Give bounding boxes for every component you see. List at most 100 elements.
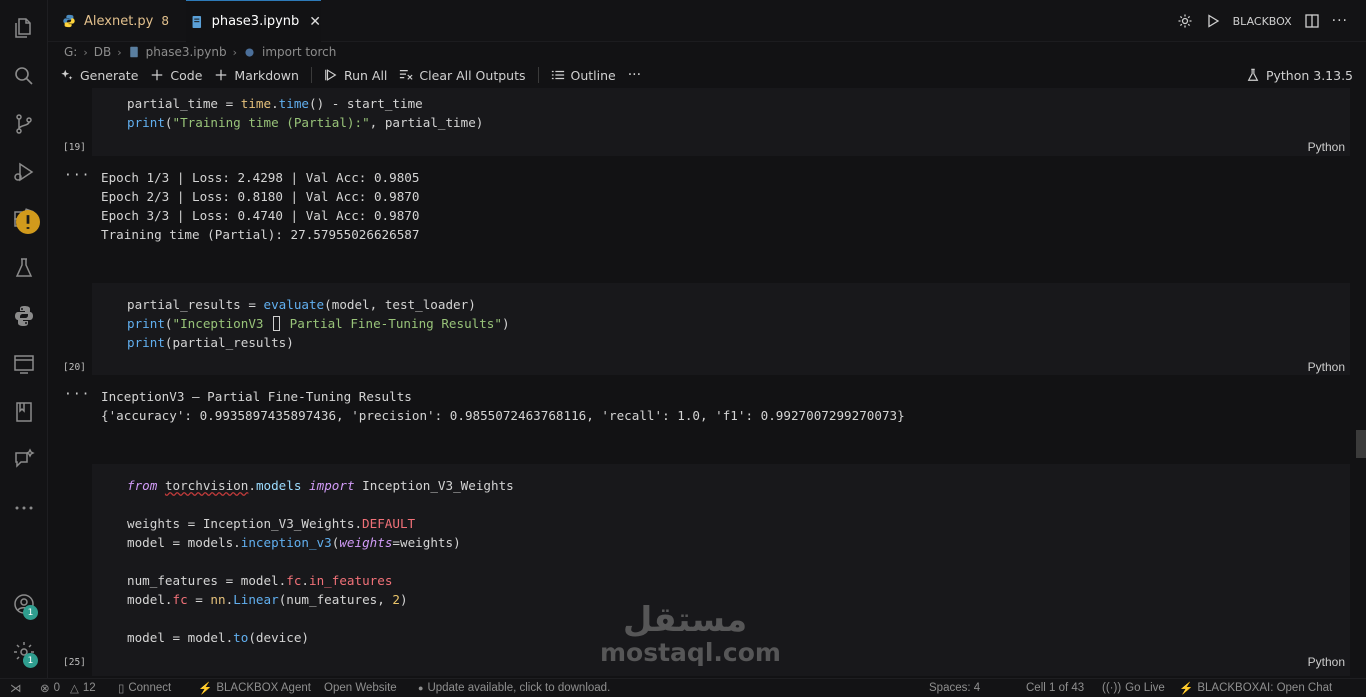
broadcast-icon: ((·)) xyxy=(1102,682,1122,694)
warning-count: 12 xyxy=(82,682,96,694)
code-line: num_features = model.fc.in_features xyxy=(127,573,393,588)
clear-outputs-button[interactable]: Clear All Outputs xyxy=(399,67,526,83)
more-actions-icon[interactable]: ··· xyxy=(1332,13,1348,29)
gear-icon[interactable] xyxy=(1177,13,1193,29)
remote-explorer-icon[interactable] xyxy=(0,344,48,384)
execution-count: [25] xyxy=(63,657,86,668)
indentation-button[interactable]: Spaces: 4 xyxy=(929,679,980,697)
run-play-icon[interactable] xyxy=(1205,13,1221,29)
output-line: {'accuracy': 0.9935897435897436, 'precis… xyxy=(101,408,905,423)
cell-position[interactable]: Cell 1 of 43 xyxy=(1026,679,1084,697)
code-label: Code xyxy=(170,67,203,83)
cell-language[interactable]: Python xyxy=(1308,360,1345,374)
settings-badge: 1 xyxy=(23,653,38,668)
lightning-icon: ⚡ xyxy=(198,683,213,695)
execution-count: [20] xyxy=(63,362,86,373)
tab-label: Alexnet.py xyxy=(84,13,154,29)
python-file-icon xyxy=(63,14,75,28)
output-line: InceptionV3 – Partial Fine-Tuning Result… xyxy=(101,389,412,404)
watermark-latin: mostaql.com xyxy=(600,638,781,667)
problems-indicator[interactable]: ⊗ 0 △ 12 xyxy=(40,679,96,697)
outline-label: Outline xyxy=(570,67,616,83)
python-icon[interactable] xyxy=(0,296,48,336)
search-icon[interactable] xyxy=(0,56,48,96)
output-more-icon[interactable]: ··· xyxy=(64,387,90,402)
breadcrumb-drive[interactable]: G: xyxy=(64,45,77,59)
cell-language[interactable]: Python xyxy=(1308,140,1345,154)
blackbox-label[interactable]: BLACKBOX xyxy=(1233,15,1292,28)
warning-badge-icon xyxy=(16,210,40,234)
tab-label: phase3.ipynb xyxy=(211,14,300,29)
run-debug-icon[interactable] xyxy=(0,152,48,192)
status-bar: ⋊ ⊗ 0 △ 12 ▯ Connect ⚡ BLACKBOX Agent Open W… xyxy=(0,678,1366,696)
scrollbar-thumb[interactable] xyxy=(1356,430,1366,458)
warning-icon: △ xyxy=(70,683,79,695)
connect-button[interactable]: ▯ Connect xyxy=(118,679,171,697)
breadcrumb-file[interactable]: phase3.ipynb xyxy=(146,45,227,59)
code-line: partial_results = evaluate(model, test_l… xyxy=(127,297,476,312)
notebook-file-icon xyxy=(129,46,138,58)
toolbar-more-icon[interactable]: ··· xyxy=(628,67,641,83)
output-line: Training time (Partial): 27.579550266265… xyxy=(101,227,420,242)
go-live-button[interactable]: ((·)) Go Live xyxy=(1102,679,1165,697)
notebook-toolbar: Generate Code Markdown Run All Clear All… xyxy=(48,62,1366,88)
blackbox-agent-button[interactable]: ⚡ BLACKBOX Agent xyxy=(198,679,311,697)
breadcrumb-symbol[interactable]: import torch xyxy=(262,45,336,59)
go-live-label: Go Live xyxy=(1125,682,1165,694)
flask-icon xyxy=(1247,68,1259,81)
plus-icon xyxy=(216,69,227,81)
editor-tab-bar: Alexnet.py 8 phase3.ipynb ✕ BLACKBOX ··· xyxy=(48,0,1366,42)
cell-language[interactable]: Python xyxy=(1308,655,1345,669)
blackbox-agent-label: BLACKBOX Agent xyxy=(216,682,311,694)
more-views-icon[interactable] xyxy=(0,488,48,528)
bookmark-icon[interactable] xyxy=(0,392,48,432)
dot-icon: ● xyxy=(418,683,424,693)
list-icon xyxy=(551,70,564,80)
code-line: print(partial_results) xyxy=(127,335,294,350)
add-code-button[interactable]: Code xyxy=(150,68,202,83)
output-more-icon[interactable]: ··· xyxy=(64,168,90,183)
update-notice[interactable]: ● Update available, click to download. xyxy=(418,679,610,697)
problem-count: 8 xyxy=(161,14,170,28)
code-line: model = models.inception_v3(weights=weig… xyxy=(127,535,461,550)
generate-button[interactable]: Generate xyxy=(60,68,138,83)
remote-icon[interactable]: ⋊ xyxy=(10,679,22,697)
chevron-right-icon: › xyxy=(232,45,237,59)
source-control-icon[interactable] xyxy=(0,104,48,144)
plus-icon xyxy=(152,69,163,81)
clear-outputs-label: Clear All Outputs xyxy=(419,67,526,83)
output-line: Epoch 3/3 | Loss: 0.4740 | Val Acc: 0.98… xyxy=(101,208,420,223)
breadcrumb-folder[interactable]: DB xyxy=(94,45,111,59)
tab-alexnet[interactable]: Alexnet.py 8 xyxy=(58,0,183,42)
code-line: print("InceptionV3 Partial Fine-Tuning R… xyxy=(127,316,510,331)
split-editor-icon[interactable] xyxy=(1304,13,1320,29)
tab-phase3[interactable]: phase3.ipynb ✕ xyxy=(186,0,321,42)
add-markdown-button[interactable]: Markdown xyxy=(214,68,299,83)
update-label: Update available, click to download. xyxy=(427,682,611,694)
chat-sparkle-icon[interactable] xyxy=(0,440,48,480)
chevron-right-icon: › xyxy=(83,45,88,59)
chevron-right-icon: › xyxy=(117,45,122,59)
manage-gear-icon[interactable]: 1 xyxy=(0,632,48,672)
explorer-icon[interactable] xyxy=(0,8,48,48)
code-line: partial_time = time.time() - start_time xyxy=(127,96,423,111)
error-count: 0 xyxy=(53,682,61,694)
connect-label: Connect xyxy=(128,682,172,694)
kernel-picker[interactable]: Python 3.13.5 xyxy=(1246,62,1353,88)
output-line: Epoch 1/3 | Loss: 2.4298 | Val Acc: 0.98… xyxy=(101,170,420,185)
code-line: model.fc = nn.Linear(num_features, 2) xyxy=(127,592,408,607)
extensions-icon[interactable] xyxy=(0,200,48,240)
notebook-editor: partial_time = time.time() - start_time … xyxy=(48,88,1366,676)
outline-button[interactable]: Outline xyxy=(551,68,616,83)
code-line: model = model.to(device) xyxy=(127,630,309,645)
breadcrumb: G: › DB › phase3.ipynb › import torch xyxy=(64,42,336,62)
error-icon: ⊗ xyxy=(40,683,50,695)
generate-label: Generate xyxy=(80,67,139,83)
accounts-icon[interactable]: 1 xyxy=(0,584,48,624)
open-chat-button[interactable]: ⚡ BLACKBOXAI: Open Chat xyxy=(1179,679,1332,697)
open-website-button[interactable]: Open Website xyxy=(324,679,397,697)
toolbar-divider xyxy=(310,67,312,83)
testing-icon[interactable] xyxy=(0,248,48,288)
run-all-button[interactable]: Run All xyxy=(324,68,387,83)
close-icon[interactable]: ✕ xyxy=(309,14,321,30)
